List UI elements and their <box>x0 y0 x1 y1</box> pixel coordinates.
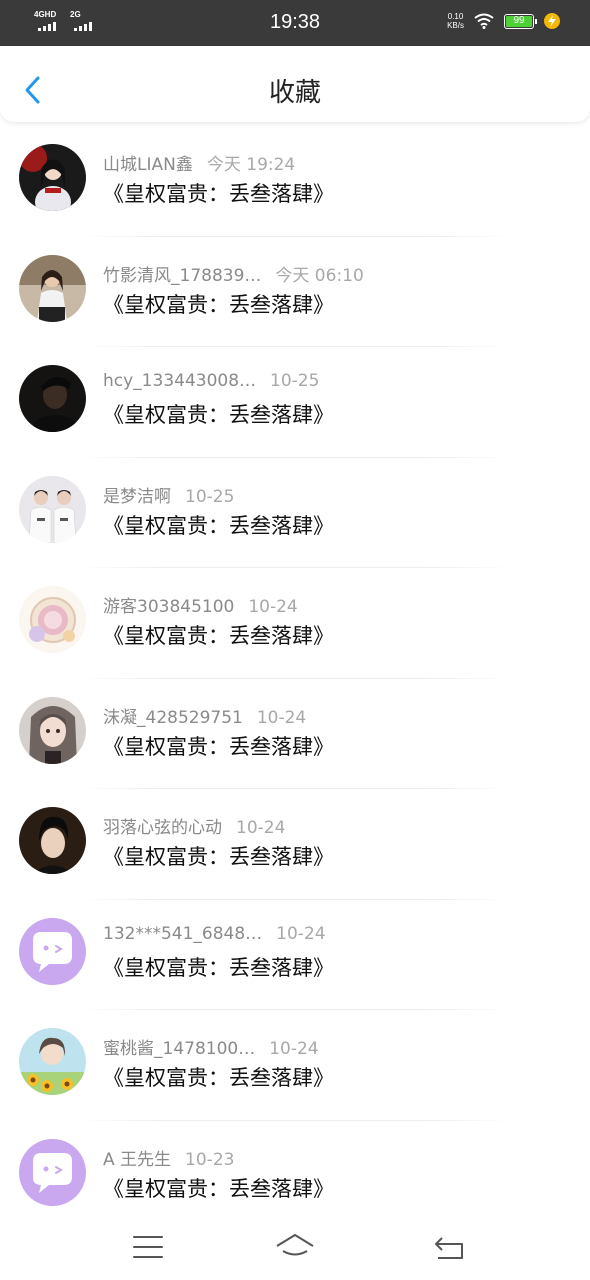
avatar <box>19 475 86 543</box>
avatar <box>19 1028 86 1095</box>
item-date: 10-24 <box>256 707 307 728</box>
default-avatar-icon <box>19 917 86 985</box>
item-meta: 羽落心弦的心动 10-24 <box>103 813 285 838</box>
item-title: 《皇权富贵：丢叁落肆》 <box>103 845 334 869</box>
item-date: 10-23 <box>185 1149 235 1170</box>
item-meta: 游客303845100 10-24 <box>103 592 298 617</box>
list-item[interactable]: 竹影清风_178839… 今天 06:10 《皇权富贵：丢叁落肆》 <box>0 237 590 347</box>
item-meta: A 王先生 10-23 <box>103 1145 234 1170</box>
default-avatar-icon <box>19 1138 86 1206</box>
user-name: 山城LIAN鑫 <box>103 155 193 175</box>
page-title: 收藏 <box>268 78 321 108</box>
home-icon <box>276 1234 314 1256</box>
list-item[interactable]: hcy_133443008… 10-25 《皇权富贵：丢叁落肆》 <box>0 347 590 458</box>
item-title: 《皇权富贵：丢叁落肆》 <box>103 182 334 206</box>
menu-icon <box>133 1236 163 1258</box>
item-date: 10-24 <box>276 923 326 944</box>
battery-level: 99 <box>513 14 525 26</box>
item-title: 《皇权富贵：丢叁落肆》 <box>103 292 334 317</box>
item-date: 10-25 <box>270 371 320 391</box>
item-meta: hcy_133443008… 10-25 <box>103 371 319 391</box>
battery-icon: 99 <box>504 13 537 29</box>
list-item[interactable]: 沫凝_428529751 10-24 《皇权富贵：丢叁落肆》 <box>0 679 590 789</box>
charging-icon <box>544 13 560 29</box>
user-name: 是梦洁啊 <box>103 486 171 507</box>
item-meta: 沫凝_428529751 10-24 <box>103 703 306 728</box>
item-title: 《皇权富贵：丢叁落肆》 <box>103 513 334 538</box>
user-name: 132***541_6848… <box>103 923 263 944</box>
item-date: 今天 06:10 <box>275 265 364 286</box>
item-date: 10-24 <box>248 597 298 617</box>
list-item[interactable]: 羽落心弦的心动 10-24 《皇权富贵：丢叁落肆》 <box>0 789 590 900</box>
wifi-icon <box>474 13 494 29</box>
avatar <box>19 807 86 874</box>
item-title: 《皇权富贵：丢叁落肆》 <box>103 403 334 427</box>
item-date: 10-24 <box>269 1039 319 1059</box>
item-title: 《皇权富贵：丢叁落肆》 <box>103 734 334 759</box>
list-item[interactable]: 132***541_6848… 10-24 《皇权富贵：丢叁落肆》 <box>0 900 590 1010</box>
list-item[interactable]: 游客303845100 10-24 《皇权富贵：丢叁落肆》 <box>0 568 590 679</box>
item-meta: 竹影清风_178839… 今天 06:10 <box>103 261 364 286</box>
status-right: 0.10 KB/s 99 <box>447 12 560 30</box>
user-name: 竹影清风_178839… <box>103 265 262 286</box>
item-date: 10-25 <box>185 486 235 507</box>
user-name: hcy_133443008… <box>103 371 257 391</box>
network-speed-unit: KB/s <box>447 21 464 30</box>
item-date: 10-24 <box>236 818 286 838</box>
avatar <box>19 144 86 211</box>
list-item[interactable]: 蜜桃酱_1478100… 10-24 《皇权富贵：丢叁落肆》 <box>0 1010 590 1121</box>
item-title: 《皇权富贵：丢叁落肆》 <box>103 624 334 648</box>
avatar <box>19 696 86 764</box>
avatar <box>19 254 86 322</box>
item-meta: 山城LIAN鑫 今天 19:24 <box>103 150 295 175</box>
item-title: 《皇权富贵：丢叁落肆》 <box>103 1066 334 1090</box>
network-speed: 0.10 KB/s <box>447 12 464 30</box>
user-name: 游客303845100 <box>103 597 235 617</box>
home-button[interactable] <box>275 1230 315 1264</box>
item-meta: 132***541_6848… 10-24 <box>103 924 326 944</box>
menu-button[interactable] <box>128 1230 168 1264</box>
user-name: A 王先生 <box>103 1149 172 1170</box>
user-name: 羽落心弦的心动 <box>103 818 222 838</box>
item-date: 今天 19:24 <box>206 155 296 175</box>
avatar <box>19 365 86 432</box>
list-item[interactable]: 是梦洁啊 10-25 《皇权富贵：丢叁落肆》 <box>0 458 590 568</box>
item-title: 《皇权富贵：丢叁落肆》 <box>103 955 334 980</box>
network-speed-value: 0.10 <box>447 12 464 21</box>
status-bar: 4GHD 2G 19:38 0.10 KB/s 99 <box>0 0 590 46</box>
favorites-list: 山城LIAN鑫 今天 19:24 《皇权富贵：丢叁落肆》 竹影清风_178839…… <box>0 126 590 1231</box>
item-meta: 蜜桃酱_1478100… 10-24 <box>103 1034 319 1059</box>
avatar <box>19 586 86 653</box>
item-meta: 是梦洁啊 10-25 <box>103 482 234 507</box>
system-nav-bar <box>0 1220 590 1280</box>
list-item[interactable]: 山城LIAN鑫 今天 19:24 《皇权富贵：丢叁落肆》 <box>0 126 590 237</box>
item-title: 《皇权富贵：丢叁落肆》 <box>103 1176 334 1201</box>
app-header: 收藏 <box>0 46 590 122</box>
list-item[interactable]: A 王先生 10-23 《皇权富贵：丢叁落肆》 <box>0 1121 590 1232</box>
return-icon <box>435 1237 463 1259</box>
user-name: 沫凝_428529751 <box>103 707 243 728</box>
user-name: 蜜桃酱_1478100… <box>103 1039 256 1059</box>
return-button[interactable] <box>430 1230 470 1264</box>
